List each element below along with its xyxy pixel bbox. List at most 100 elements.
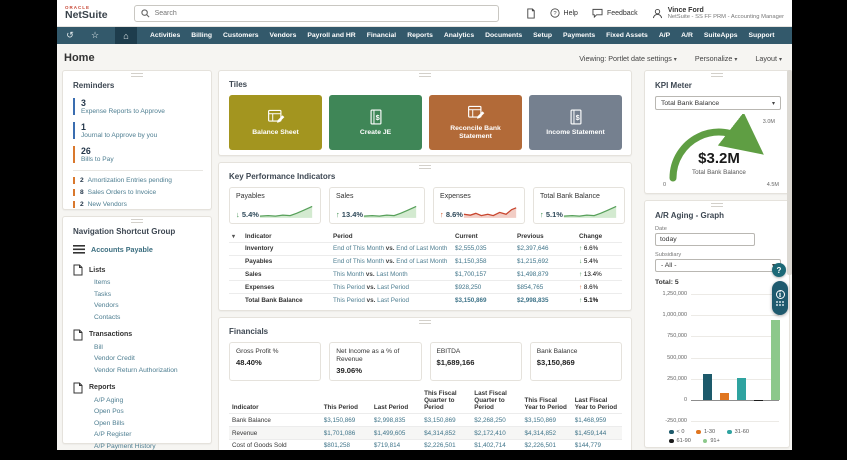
nav-item-vendors[interactable]: Vendors — [270, 32, 297, 39]
tile-income-statement[interactable]: $ Income Statement — [529, 95, 622, 150]
shortcut-link-vendor-credit[interactable]: Vendor Credit — [94, 355, 203, 362]
kpi-row-previous[interactable]: $854,765 — [514, 280, 576, 294]
nav-item-a-r[interactable]: A/R — [681, 32, 693, 39]
kpi-row-previous[interactable]: $1,215,692 — [514, 254, 576, 269]
personalize-dropdown[interactable]: Personalize ▾ — [695, 54, 738, 63]
nav-item-customers[interactable]: Customers — [223, 32, 259, 39]
kpi-row-current[interactable]: $2,555,035 — [452, 242, 514, 256]
shortcut-link-tasks[interactable]: Tasks — [94, 291, 203, 298]
user-menu[interactable]: Vince Ford NetSuite - SS FF PRM - Accoun… — [652, 7, 784, 20]
shortcut-link-open-bills[interactable]: Open Bills — [94, 420, 203, 427]
drag-handle-icon[interactable] — [131, 73, 143, 77]
financial-row-value[interactable]: $1,402,714 — [471, 438, 522, 450]
shortcut-link-bill[interactable]: Bill — [94, 344, 203, 351]
nav-item-suiteapps[interactable]: SuiteApps — [704, 32, 738, 39]
financial-row-value[interactable]: $801,258 — [320, 438, 371, 450]
shortcut-link-a-p-payment-history[interactable]: A/P Payment History — [94, 443, 203, 450]
feedback-button[interactable]: Feedback — [592, 8, 638, 18]
accounts-payable-group[interactable]: Accounts Payable — [73, 245, 203, 254]
nav-item-support[interactable]: Support — [749, 32, 775, 39]
kpi-row-previous[interactable]: $2,998,835 — [514, 293, 576, 306]
reminder-item[interactable]: 8 Sales Orders to Invoice — [73, 189, 203, 197]
drag-handle-icon[interactable] — [419, 73, 431, 77]
financial-row-value[interactable]: $2,226,501 — [521, 438, 572, 450]
financial-row-value[interactable]: $3,150,869 — [521, 413, 572, 427]
shortcut-link-a-p-aging[interactable]: A/P Aging — [94, 397, 203, 404]
reminder-item[interactable]: 1 Journal to Approve by you — [73, 122, 203, 140]
kpi-row-current[interactable]: $1,150,358 — [452, 254, 514, 269]
financial-card-net-income-as-a-of-revenue[interactable]: Net Income as a % of Revenue 39.06% — [329, 341, 422, 382]
financial-row-value[interactable]: $4,314,852 — [421, 426, 472, 440]
drag-handle-icon[interactable] — [711, 73, 723, 77]
shortcut-link-items[interactable]: Items — [94, 279, 203, 286]
financial-row-value[interactable]: $2,268,250 — [471, 413, 522, 427]
financial-row-value[interactable]: $1,468,959 — [571, 413, 622, 427]
financial-card-gross-profit[interactable]: Gross Profit % 48.40% — [229, 341, 322, 382]
shortcut-link-vendors[interactable]: Vendors — [94, 302, 203, 309]
financial-row-value[interactable]: $4,314,852 — [521, 426, 572, 440]
financial-row-value[interactable]: $3,150,869 — [320, 413, 371, 427]
bar-91[interactable] — [771, 319, 780, 400]
nav-home-tab[interactable]: ⌂ — [115, 27, 137, 44]
help-bubble-button[interactable]: ? — [772, 263, 786, 277]
shortcut-link-vendor-return-authorization[interactable]: Vendor Return Authorization — [94, 367, 203, 374]
nav-item-financial[interactable]: Financial — [367, 32, 396, 39]
drag-handle-icon[interactable] — [419, 319, 431, 324]
kpi-meter-select[interactable]: Total Bank Balance ▾ — [655, 96, 781, 110]
nav-item-analytics[interactable]: Analytics — [444, 32, 474, 39]
financial-row-value[interactable]: $719,814 — [370, 438, 422, 450]
tile-reconcile-bank-statement[interactable]: Reconcile Bank Statement — [429, 95, 522, 150]
date-input[interactable]: today — [655, 233, 755, 246]
kpi-card-expenses[interactable]: Expenses ↑ 8.6% — [433, 187, 525, 224]
reminder-item[interactable]: 3 Expense Reports to Approve — [73, 98, 203, 116]
financial-row-value[interactable]: $1,459,144 — [571, 426, 622, 440]
viewing-dropdown[interactable]: Viewing: Portlet date settings ▾ — [579, 54, 677, 63]
shortcut-link-contacts[interactable]: Contacts — [94, 314, 203, 321]
drag-handle-icon[interactable] — [131, 219, 143, 223]
create-new-button[interactable] — [526, 7, 536, 19]
kpi-row-previous[interactable]: $1,498,879 — [514, 267, 576, 281]
shortcut-link-open-pos[interactable]: Open Pos — [94, 408, 203, 415]
tile-create-je[interactable]: $ Create JE — [329, 95, 422, 150]
nav-item-a-p[interactable]: A/P — [659, 32, 670, 39]
shortcut-section-lists[interactable]: Lists — [73, 264, 203, 276]
shortcut-section-transactions[interactable]: Transactions — [73, 329, 203, 341]
filter-caret-icon[interactable]: ▾ — [232, 234, 235, 240]
financial-row-value[interactable]: $2,172,410 — [471, 426, 522, 440]
vertical-scrollbar[interactable] — [787, 70, 792, 275]
bar-0[interactable] — [703, 373, 712, 400]
kpi-row-current[interactable]: $1,700,157 — [452, 267, 514, 281]
financial-row-value[interactable]: $144,779 — [571, 438, 622, 450]
global-search[interactable] — [133, 4, 499, 22]
bar-1-30[interactable] — [720, 392, 729, 400]
nav-item-payroll-and-hr[interactable]: Payroll and HR — [307, 32, 355, 39]
feedback-widget-button[interactable]: i — [772, 281, 788, 315]
recent-records-icon[interactable]: ↺ — [63, 30, 77, 41]
shortcuts-star-icon[interactable]: ☆ — [88, 30, 102, 41]
nav-item-fixed-assets[interactable]: Fixed Assets — [606, 32, 648, 39]
financial-row-value[interactable]: $1,701,086 — [320, 426, 371, 440]
kpi-row-current[interactable]: $928,250 — [452, 280, 514, 294]
financial-row-value[interactable]: $1,499,605 — [370, 426, 422, 440]
drag-handle-icon[interactable] — [711, 203, 723, 207]
drag-handle-icon[interactable] — [419, 165, 431, 169]
nav-item-setup[interactable]: Setup — [533, 32, 552, 39]
reminder-item[interactable]: 2 Amortization Entries pending — [73, 177, 203, 185]
kpi-card-sales[interactable]: Sales ↑ 13.4% — [328, 187, 426, 224]
financial-row-value[interactable]: $2,226,501 — [421, 438, 472, 450]
nav-item-documents[interactable]: Documents — [485, 32, 522, 39]
shortcut-section-reports[interactable]: Reports — [73, 382, 203, 394]
shortcut-link-a-p-register[interactable]: A/P Register — [94, 431, 203, 438]
kpi-card-total-bank-balance[interactable]: Total Bank Balance ↑ 5.1% — [532, 187, 625, 224]
nav-item-reports[interactable]: Reports — [407, 32, 433, 39]
nav-item-payments[interactable]: Payments — [563, 32, 595, 39]
kpi-row-current[interactable]: $3,150,869 — [452, 293, 514, 306]
financial-card-ebitda[interactable]: EBITDA $1,689,166 — [429, 341, 522, 382]
layout-dropdown[interactable]: Layout ▾ — [755, 54, 782, 63]
subsidiary-select[interactable]: - All - ▾ — [655, 259, 781, 272]
financial-card-bank-balance[interactable]: Bank Balance $3,150,869 — [529, 341, 622, 382]
nav-item-billing[interactable]: Billing — [191, 32, 212, 39]
search-input[interactable] — [154, 9, 492, 17]
tile-balance-sheet[interactable]: Balance Sheet — [229, 95, 322, 150]
financial-row-value[interactable]: $3,150,869 — [421, 413, 472, 427]
